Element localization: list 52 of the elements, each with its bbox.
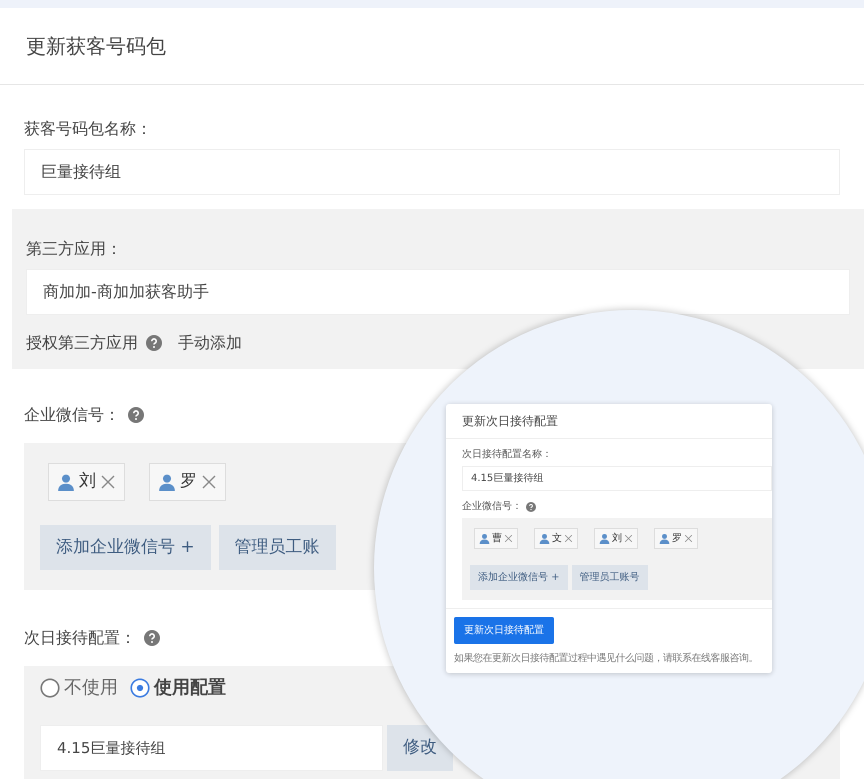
person-icon <box>158 472 176 491</box>
name-input-field[interactable]: 4.15巨量接待组 <box>462 466 772 491</box>
close-icon <box>564 534 573 543</box>
user-tag[interactable]: 罗 <box>149 463 226 500</box>
manage-button[interactable]: 管理员工账 <box>218 524 336 570</box>
dialog-title: 更新次日接待配置 <box>462 413 559 430</box>
authorize-label: 授权第三方应用 <box>26 332 138 354</box>
field-label: 企业微信号： <box>24 404 120 426</box>
radio-icon <box>130 678 150 698</box>
field-label: 获客号码包名称： <box>24 118 153 140</box>
help-icon <box>526 502 536 512</box>
help-icon <box>128 407 144 423</box>
close-icon <box>100 474 116 490</box>
person-icon <box>539 533 550 544</box>
user-name: 刘 <box>79 470 96 493</box>
add-button[interactable]: 添加企业微信号 + <box>470 565 568 590</box>
user-tag[interactable]: 曹 <box>474 528 518 549</box>
page-title: 更新获客号码包 <box>26 34 167 58</box>
config-input-field[interactable]: 4.15巨量接待组 <box>40 725 383 770</box>
person-icon <box>659 533 670 544</box>
close-icon <box>201 474 217 490</box>
person-icon <box>479 533 490 544</box>
user-tag[interactable]: 罗 <box>654 528 698 549</box>
field-label: 次日接待配置名称： <box>462 448 553 462</box>
user-tag[interactable]: 文 <box>534 528 578 549</box>
user-tag[interactable]: 刘 <box>594 528 638 549</box>
person-icon <box>599 533 610 544</box>
help-icon <box>144 630 160 646</box>
close-icon <box>684 534 693 543</box>
user-name: 文 <box>552 532 562 546</box>
user-name: 罗 <box>672 532 682 546</box>
field-label: 第三方应用： <box>26 238 123 260</box>
name-input-field[interactable]: 巨量接待组 <box>24 149 840 195</box>
radio-option[interactable]: 不使用 <box>40 674 118 701</box>
field-label: 次日接待配置： <box>24 627 136 649</box>
submit-button[interactable]: 更新次日接待配置 <box>454 617 554 644</box>
user-name: 刘 <box>612 532 622 546</box>
user-name: 罗 <box>180 470 197 493</box>
help-icon <box>146 335 162 351</box>
person-icon <box>57 472 75 491</box>
help-note: 如果您在更新次日接待配置过程中遇见什么问题，请联系在线客服咨询。 <box>454 652 759 665</box>
radio-icon <box>40 678 60 698</box>
user-name: 曹 <box>492 532 502 546</box>
add-button[interactable]: 添加企业微信号 + <box>40 524 211 570</box>
manage-button[interactable]: 管理员工账号 <box>572 565 648 590</box>
app-input-field[interactable]: 商加加-商加加获客助手 <box>26 269 850 315</box>
field-label: 企业微信号： <box>462 500 522 514</box>
manual-add-link[interactable]: 手动添加 <box>178 331 242 355</box>
close-icon <box>624 534 633 543</box>
radio-option[interactable]: 使用配置 <box>130 674 226 701</box>
close-icon <box>504 534 513 543</box>
user-tag[interactable]: 刘 <box>48 463 125 500</box>
